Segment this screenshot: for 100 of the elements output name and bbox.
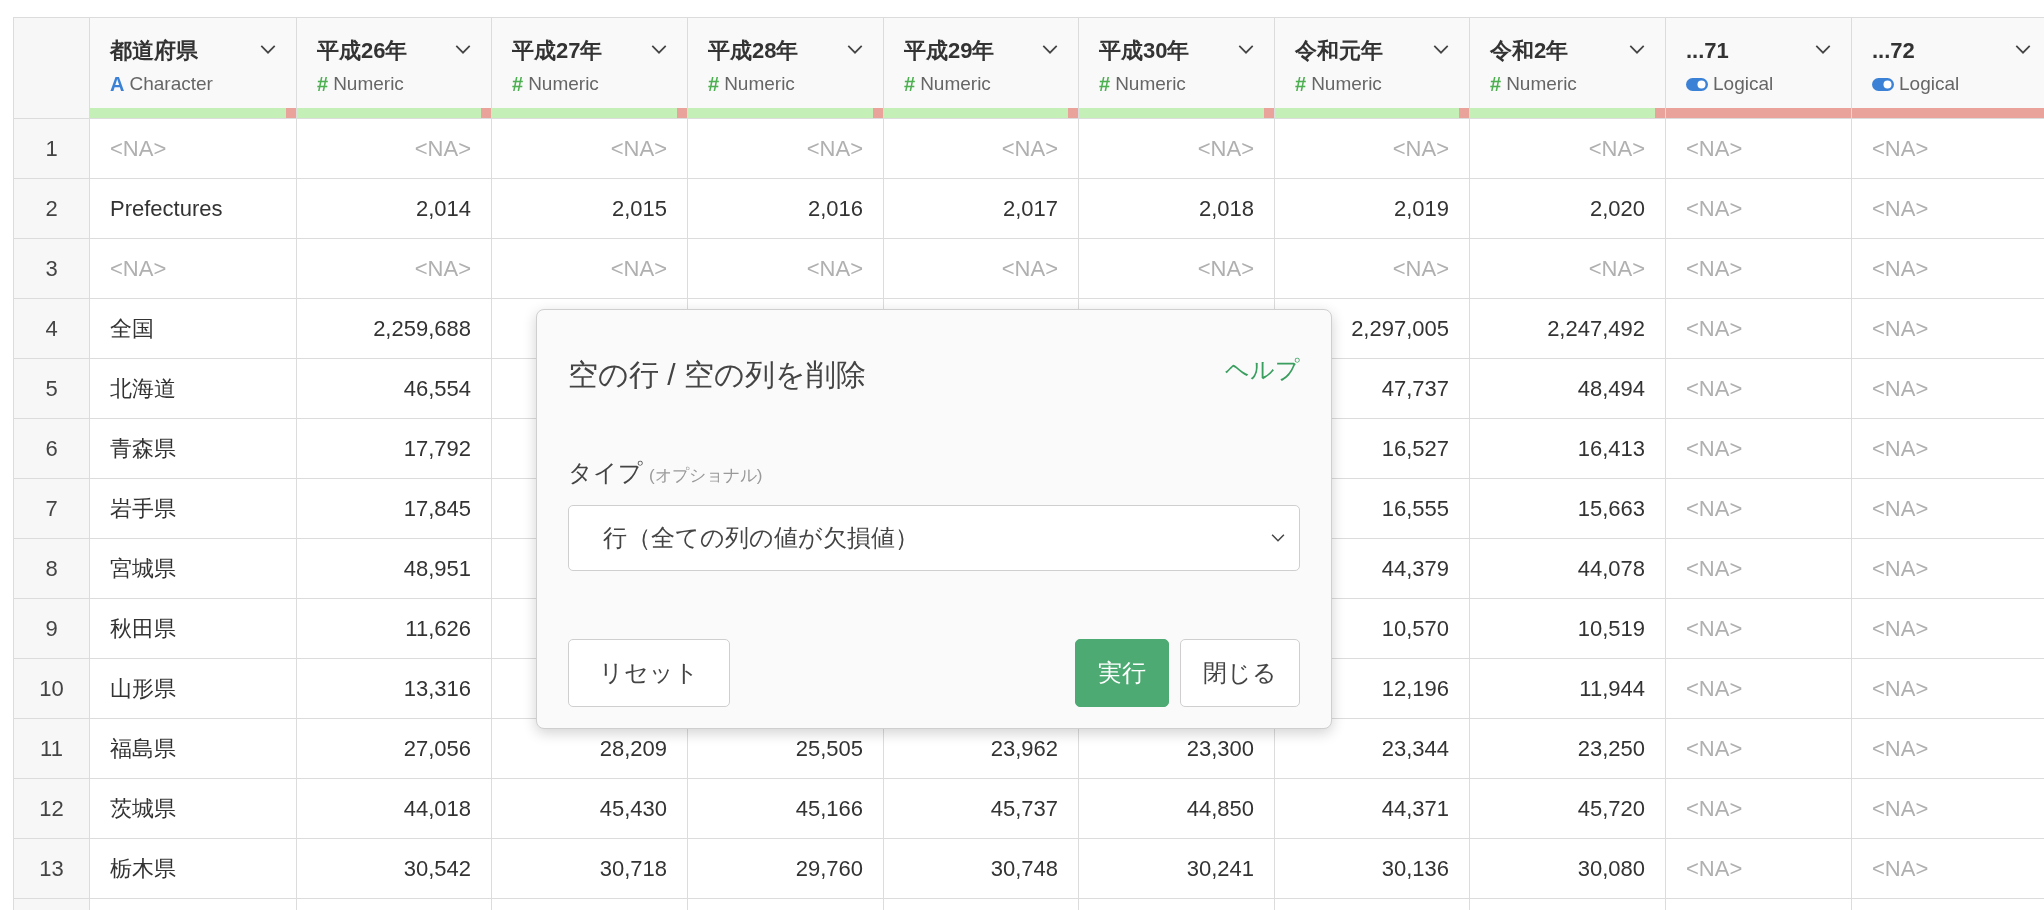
table-cell-text: 秋田県	[110, 615, 176, 643]
type-glyph: #	[904, 74, 916, 94]
table-cell-text: <NA>	[1872, 255, 1929, 283]
column-type: Logical	[1899, 71, 1960, 96]
table-cell-text: <NA>	[610, 255, 667, 283]
column-type: Numeric	[1506, 71, 1577, 96]
table-cell-text: <NA>	[1872, 135, 1929, 163]
table-cell-text: 福島県	[110, 735, 176, 763]
table-cell-text: <NA>	[1872, 735, 1929, 763]
table-cell-text: <NA>	[1197, 255, 1254, 283]
column-type: Numeric	[333, 71, 404, 96]
table-cell-text: <NA>	[1686, 675, 1743, 703]
table-cell-text: <NA>	[1686, 855, 1743, 883]
table-cell-text: 2,014	[415, 195, 471, 223]
table-cell-text: 45,430	[599, 795, 667, 823]
table-cell-text: <NA>	[1392, 255, 1449, 283]
table-cell-text: <NA>	[414, 135, 471, 163]
table-cell-text: 17,845	[403, 495, 471, 523]
row-number: 8	[45, 555, 58, 583]
column-name: ...72	[1872, 36, 1915, 65]
column-type: Numeric	[528, 71, 599, 96]
table-cell-text: <NA>	[806, 255, 863, 283]
table-cell-text: 29,760	[795, 855, 863, 883]
table-cell-text: 30,241	[1186, 855, 1254, 883]
table-cell-text: 15,663	[1577, 495, 1645, 523]
table-cell-text: <NA>	[1001, 255, 1058, 283]
table-cell-text: <NA>	[1686, 735, 1743, 763]
table-cell-text: 48,494	[1577, 375, 1645, 403]
table-cell-text: 27,056	[403, 735, 471, 763]
column-name: 平成28年	[708, 36, 799, 65]
column-header[interactable]: 平成28年 # Numeric	[688, 18, 884, 119]
row-number: 3	[45, 255, 58, 283]
row-number: 7	[45, 495, 58, 523]
table-cell-text: 47,737	[1381, 375, 1449, 403]
table-cell-text: <NA>	[1686, 195, 1743, 223]
column-type: Numeric	[1311, 71, 1382, 96]
table-cell-text: <NA>	[1872, 795, 1929, 823]
column-name: ...71	[1686, 36, 1729, 65]
table-cell-text: 44,850	[1186, 795, 1254, 823]
table-cell-text: 44,371	[1381, 795, 1449, 823]
table-cell-text: 23,962	[990, 735, 1058, 763]
table-cell-text: 46,554	[403, 375, 471, 403]
table-cell-text: 10,570	[1381, 615, 1449, 643]
column-header[interactable]: 都道府県 A Character	[90, 18, 297, 119]
table-cell-text: <NA>	[1588, 135, 1645, 163]
column-name: 都道府県	[110, 36, 198, 65]
table-cell-text: 北海道	[110, 375, 176, 403]
column-type: Numeric	[1115, 71, 1186, 96]
table-cell-text: <NA>	[1686, 615, 1743, 643]
type-glyph: #	[512, 74, 524, 94]
table-cell-text: 10,519	[1577, 615, 1645, 643]
chevron-down-icon	[1042, 45, 1058, 56]
column-type: Logical	[1713, 71, 1774, 96]
row-number: 13	[39, 855, 64, 883]
chevron-down-icon	[455, 45, 471, 56]
table-cell-text: 2,017	[1002, 195, 1058, 223]
column-header[interactable]: 平成26年 # Numeric	[297, 18, 492, 119]
table-cell-text: 11,944	[1579, 675, 1645, 703]
table-cell-text: 青森県	[110, 435, 176, 463]
column-header[interactable]: 令和2年 # Numeric	[1470, 18, 1666, 119]
table-cell-text: 45,737	[990, 795, 1058, 823]
dialog-button[interactable]: リセット	[568, 639, 730, 707]
type-select[interactable]: 行（全ての列の値が欠損値）	[568, 505, 1300, 571]
table-cell-text: <NA>	[1872, 855, 1929, 883]
row-number: 9	[45, 615, 58, 643]
column-header[interactable]: ...72 Logical	[1852, 18, 2044, 119]
type-glyph: #	[1099, 74, 1111, 94]
table-cell-text: <NA>	[1686, 435, 1743, 463]
column-header[interactable]: 平成30年 # Numeric	[1079, 18, 1275, 119]
table-cell-text: 45,720	[1577, 795, 1645, 823]
dialog-button[interactable]: 閉じる	[1180, 639, 1300, 707]
column-type: Character	[129, 71, 213, 96]
column-header[interactable]: 平成27年 # Numeric	[492, 18, 688, 119]
column-header[interactable]: ...71 Logical	[1666, 18, 1852, 119]
type-glyph: A	[110, 74, 125, 94]
column-name: 令和元年	[1295, 36, 1383, 65]
table-cell-text: <NA>	[610, 135, 667, 163]
column-header[interactable]: 令和元年 # Numeric	[1275, 18, 1470, 119]
table-cell-text: 2,020	[1589, 195, 1645, 223]
dialog-title: 空の行 / 空の列を削除	[568, 357, 866, 393]
table-cell-text: <NA>	[1872, 375, 1929, 403]
table-cell-text: <NA>	[1872, 495, 1929, 523]
table-cell-text: <NA>	[1001, 135, 1058, 163]
column-header[interactable]: 平成29年 # Numeric	[884, 18, 1079, 119]
row-number: 1	[45, 135, 58, 163]
table-cell-text: 山形県	[110, 675, 176, 703]
table-cell-text: <NA>	[1392, 135, 1449, 163]
column-name: 平成30年	[1099, 36, 1190, 65]
table-cell-text: <NA>	[1686, 555, 1743, 583]
row-number: 2	[45, 195, 58, 223]
table-cell-text: <NA>	[1872, 675, 1929, 703]
table-cell-text: 12,196	[1381, 675, 1449, 703]
table-cell-text: 30,542	[403, 855, 471, 883]
table-cell-text: <NA>	[1872, 315, 1929, 343]
table-cell-text: <NA>	[110, 135, 167, 163]
table-cell-text: 16,555	[1381, 495, 1449, 523]
table-cell-text: 45,166	[795, 795, 863, 823]
column-type: Numeric	[724, 71, 795, 96]
table-cell-text: <NA>	[1588, 255, 1645, 283]
table-cell-text: 23,344	[1381, 735, 1449, 763]
